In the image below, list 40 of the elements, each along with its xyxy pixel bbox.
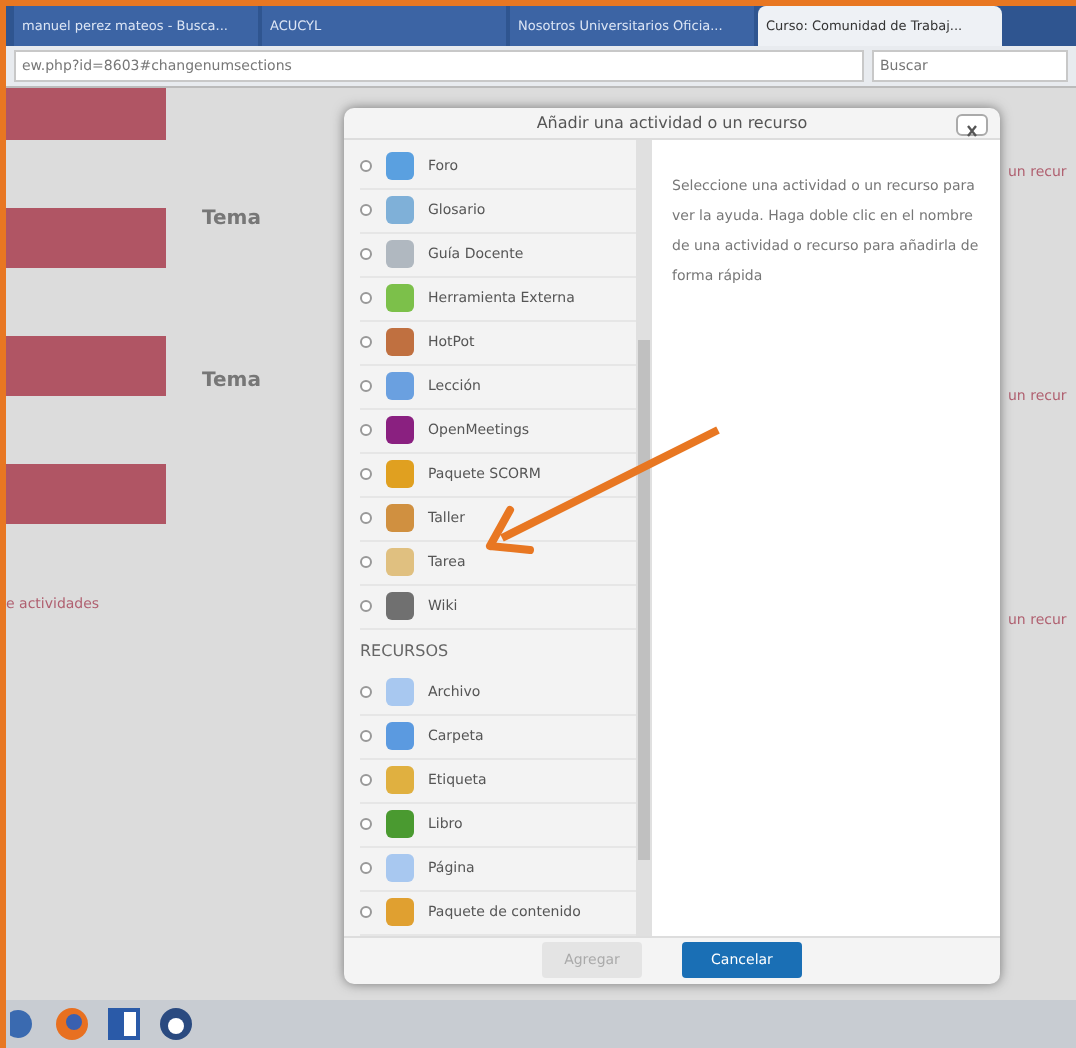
- radio-button[interactable]: [360, 686, 372, 699]
- module-icon: [384, 370, 416, 403]
- module-icon: [384, 150, 416, 183]
- radio-button[interactable]: [360, 730, 372, 743]
- module-icon: [384, 326, 416, 359]
- radio-button[interactable]: [360, 774, 372, 787]
- radio-button[interactable]: [360, 512, 372, 525]
- radio-button[interactable]: [360, 468, 372, 481]
- module-icon: [384, 720, 416, 753]
- dialog-title: Añadir una actividad o un recurso: [536, 113, 808, 132]
- module-icon: [384, 282, 416, 315]
- section-title: Tema: [202, 370, 261, 392]
- radio-button[interactable]: [360, 380, 372, 393]
- module-icon: [384, 590, 416, 623]
- module-icon: [384, 852, 416, 885]
- radio-button[interactable]: [360, 160, 372, 173]
- radio-button[interactable]: [360, 906, 372, 919]
- module-icon: [384, 676, 416, 709]
- scrollbar[interactable]: [636, 139, 652, 936]
- module-icon: [384, 458, 416, 491]
- radio-button[interactable]: [360, 336, 372, 349]
- module-icon: [384, 764, 416, 797]
- module-icon: [384, 896, 416, 929]
- module-icon: [384, 808, 416, 841]
- group-heading: RECURSOS: [360, 639, 451, 664]
- module-icon: [384, 414, 416, 447]
- close-button[interactable]: [956, 114, 988, 136]
- radio-button[interactable]: [360, 248, 372, 261]
- section-title: Tema: [202, 208, 261, 230]
- radio-button[interactable]: [360, 424, 372, 437]
- radio-button[interactable]: [360, 556, 372, 569]
- radio-button[interactable]: [360, 862, 372, 875]
- module-icon: [384, 546, 416, 579]
- module-icon: [384, 238, 416, 271]
- radio-button[interactable]: [360, 204, 372, 217]
- radio-button[interactable]: [360, 292, 372, 305]
- radio-button[interactable]: [360, 818, 372, 831]
- module-icon: [384, 502, 416, 535]
- module-icon: [384, 194, 416, 227]
- radio-button[interactable]: [360, 600, 372, 613]
